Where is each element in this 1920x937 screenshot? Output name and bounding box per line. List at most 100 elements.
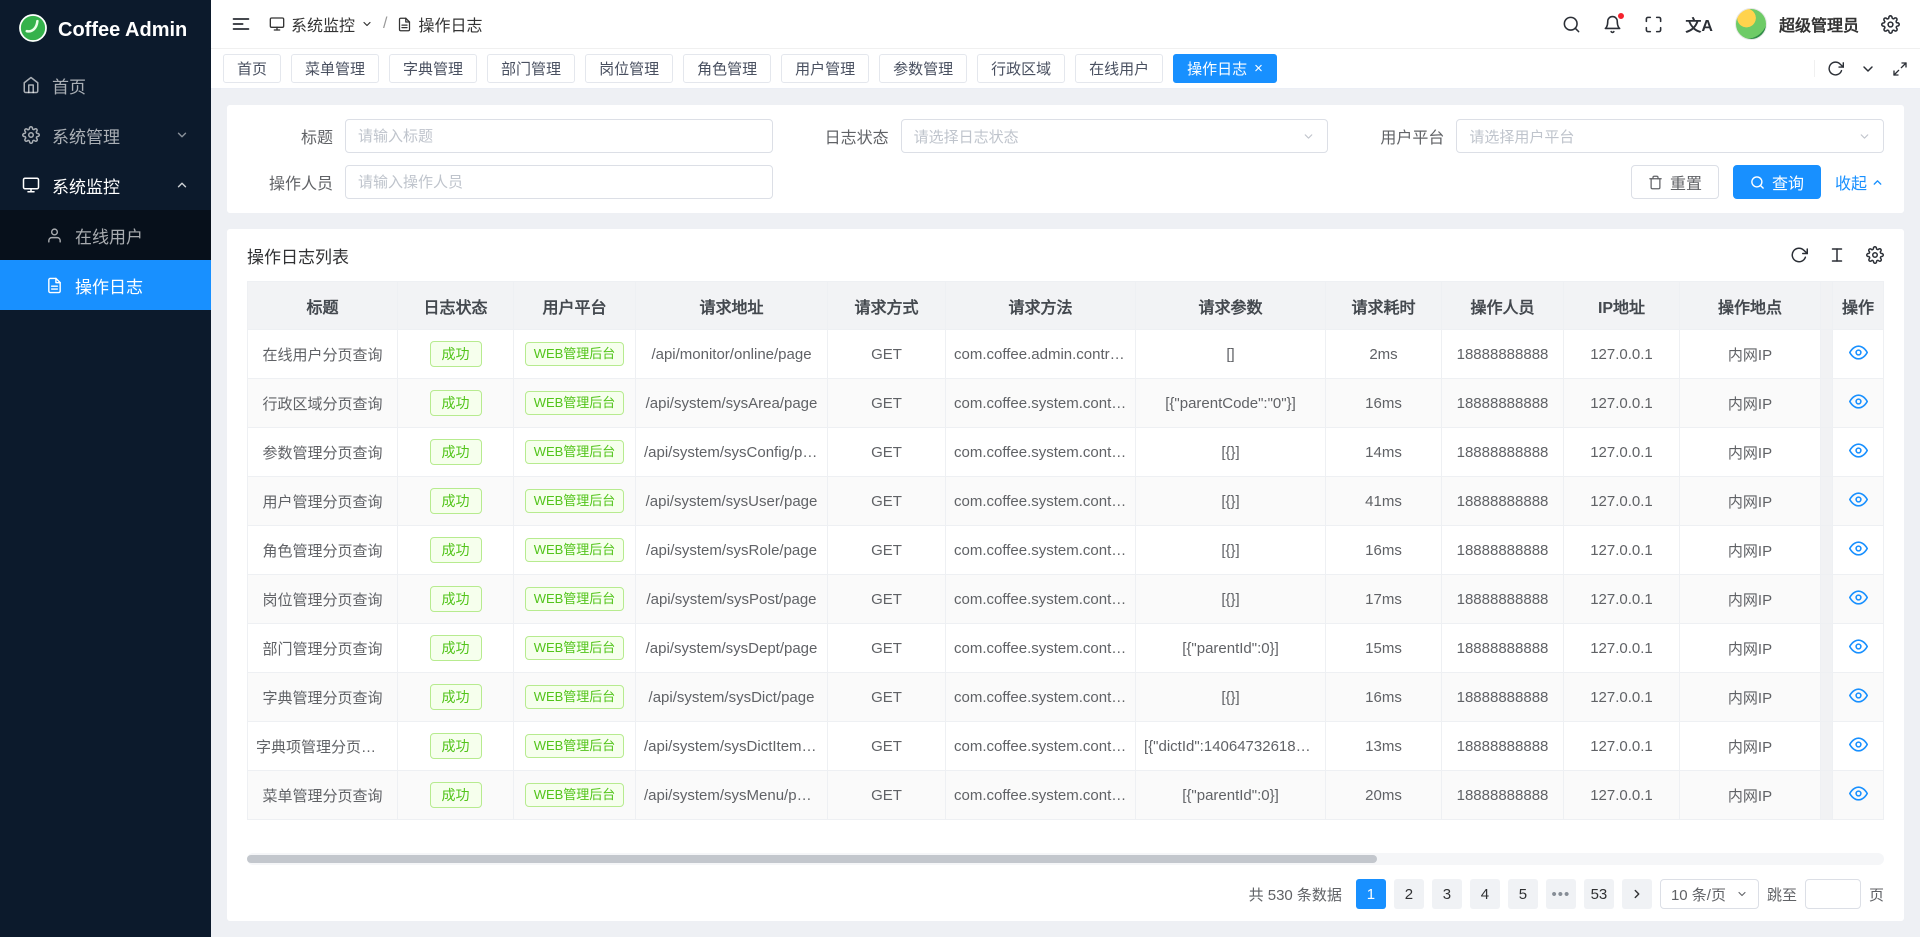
column-header: 操作 [1833,282,1884,330]
gear-icon [22,126,40,144]
menu-fold-icon[interactable] [231,14,251,34]
fullscreen-icon[interactable] [1644,15,1663,34]
jump-page-input[interactable] [1805,879,1861,909]
horizontal-scrollbar[interactable] [247,853,1884,865]
coffee-logo-icon [18,13,48,48]
page-ellipsis[interactable]: ••• [1546,879,1576,909]
tab-options-chevron-icon[interactable] [1860,61,1876,77]
filter-form: 标题 日志状态 请选择日志状态 用户平台 请选择用户平台 [247,119,1884,199]
user-icon [46,227,63,244]
log-table-row: 部门管理分页查询成功WEB管理后台/api/system/sysDept/pag… [248,624,1884,673]
tab-label: 角色管理 [697,58,757,79]
view-detail-eye-icon[interactable] [1849,588,1868,607]
view-detail-eye-icon[interactable] [1849,490,1868,509]
cell-ip: 127.0.0.1 [1564,771,1680,820]
cell-status: 成功 [398,428,514,477]
tab-dept-management[interactable]: 部门管理 [487,54,575,83]
collapse-filter-link[interactable]: 收起 [1835,170,1884,194]
column-header: 请求地址 [636,282,828,330]
tab-menu-management[interactable]: 菜单管理 [291,54,379,83]
cell-location: 内网IP [1680,330,1821,379]
notification-bell-icon[interactable] [1603,15,1622,34]
select-placeholder: 请选择用户平台 [1469,126,1574,147]
filter-label-title: 标题 [247,124,333,148]
tab-post-management[interactable]: 岗位管理 [585,54,673,83]
tab-label: 菜单管理 [305,58,365,79]
view-detail-eye-icon[interactable] [1849,441,1868,460]
page-button-53[interactable]: 53 [1584,879,1614,909]
reset-button[interactable]: 重置 [1631,165,1719,199]
chevron-down-icon [1858,130,1871,143]
next-page-button[interactable] [1622,879,1652,909]
table-scrollbar-gutter [1821,673,1833,722]
content-fullscreen-icon[interactable] [1892,61,1908,77]
tab-role-management[interactable]: 角色管理 [683,54,771,83]
search-button-label: 查询 [1772,170,1804,194]
breadcrumb: 系统监控 / 操作日志 [269,12,482,36]
cell-ip: 127.0.0.1 [1564,379,1680,428]
top-bar: 系统监控 / 操作日志 [211,0,1920,49]
app-logo[interactable]: Coffee Admin [0,0,211,60]
cell-request-url: /api/system/sysUser/page [636,477,828,526]
view-detail-eye-icon[interactable] [1849,392,1868,411]
page-size-select[interactable]: 10 条/页 [1660,879,1759,909]
page-button-1[interactable]: 1 [1356,879,1386,909]
row-height-icon[interactable] [1828,246,1846,264]
refresh-page-icon[interactable] [1827,60,1844,77]
refresh-table-icon[interactable] [1790,246,1808,264]
view-detail-eye-icon[interactable] [1849,343,1868,362]
tab-label: 用户管理 [795,58,855,79]
log-status-select[interactable]: 请选择日志状态 [901,119,1329,153]
breadcrumb-system-monitor[interactable]: 系统监控 [269,12,373,36]
view-detail-eye-icon[interactable] [1849,539,1868,558]
tab-home[interactable]: 首页 [223,54,281,83]
filter-field-user-platform: 用户平台 请选择用户平台 [1358,119,1884,153]
page-button-5[interactable]: 5 [1508,879,1538,909]
search-icon[interactable] [1562,15,1581,34]
page-button-2[interactable]: 2 [1394,879,1424,909]
view-detail-eye-icon[interactable] [1849,784,1868,803]
reset-button-label: 重置 [1670,170,1702,194]
column-header: 日志状态 [398,282,514,330]
settings-gear-icon[interactable] [1881,15,1900,34]
title-input[interactable] [345,119,773,153]
cell-operator: 18888888888 [1442,771,1564,820]
avatar[interactable] [1735,8,1767,40]
user-platform-select[interactable]: 请选择用户平台 [1456,119,1884,153]
sidebar-item-online-users[interactable]: 在线用户 [0,210,211,260]
status-badge: 成功 [430,341,482,367]
horizontal-scrollbar-thumb[interactable] [247,855,1377,863]
tab-close-icon[interactable]: × [1254,61,1263,76]
tab-dict-management[interactable]: 字典管理 [389,54,477,83]
column-settings-gear-icon[interactable] [1866,246,1884,264]
sidebar-item-operation-logs[interactable]: 操作日志 [0,260,211,310]
operator-input[interactable] [345,165,773,199]
sidebar-item-home[interactable]: 首页 [0,60,211,110]
sidebar-item-system-management[interactable]: 系统管理 [0,110,211,160]
table-scrollbar-gutter [1821,624,1833,673]
cell-ip: 127.0.0.1 [1564,673,1680,722]
tab-user-management[interactable]: 用户管理 [781,54,869,83]
current-user-name[interactable]: 超级管理员 [1779,12,1859,36]
table-scrollbar-gutter [1821,477,1833,526]
sidebar-item-system-monitor[interactable]: 系统监控 [0,160,211,210]
cell-location: 内网IP [1680,624,1821,673]
view-detail-eye-icon[interactable] [1849,686,1868,705]
page-button-4[interactable]: 4 [1470,879,1500,909]
breadcrumb-label: 操作日志 [418,12,482,36]
cell-request-params: [{"parentId":0}] [1136,771,1326,820]
cell-status: 成功 [398,722,514,771]
tab-area-management[interactable]: 行政区域 [977,54,1065,83]
view-detail-eye-icon[interactable] [1849,735,1868,754]
table-header-row: 标题日志状态用户平台请求地址请求方式请求方法请求参数请求耗时操作人员IP地址操作… [248,282,1884,330]
tab-label: 岗位管理 [599,58,659,79]
tab-operation-logs[interactable]: 操作日志× [1173,54,1277,83]
tab-config-management[interactable]: 参数管理 [879,54,967,83]
view-detail-eye-icon[interactable] [1849,637,1868,656]
cell-request-params: [{}] [1136,428,1326,477]
search-button[interactable]: 查询 [1733,165,1821,199]
translate-icon[interactable]: 文A [1685,12,1713,36]
page-button-3[interactable]: 3 [1432,879,1462,909]
cell-request-function: com.coffee.system.controlle... [946,477,1136,526]
tab-online-users[interactable]: 在线用户 [1075,54,1163,83]
